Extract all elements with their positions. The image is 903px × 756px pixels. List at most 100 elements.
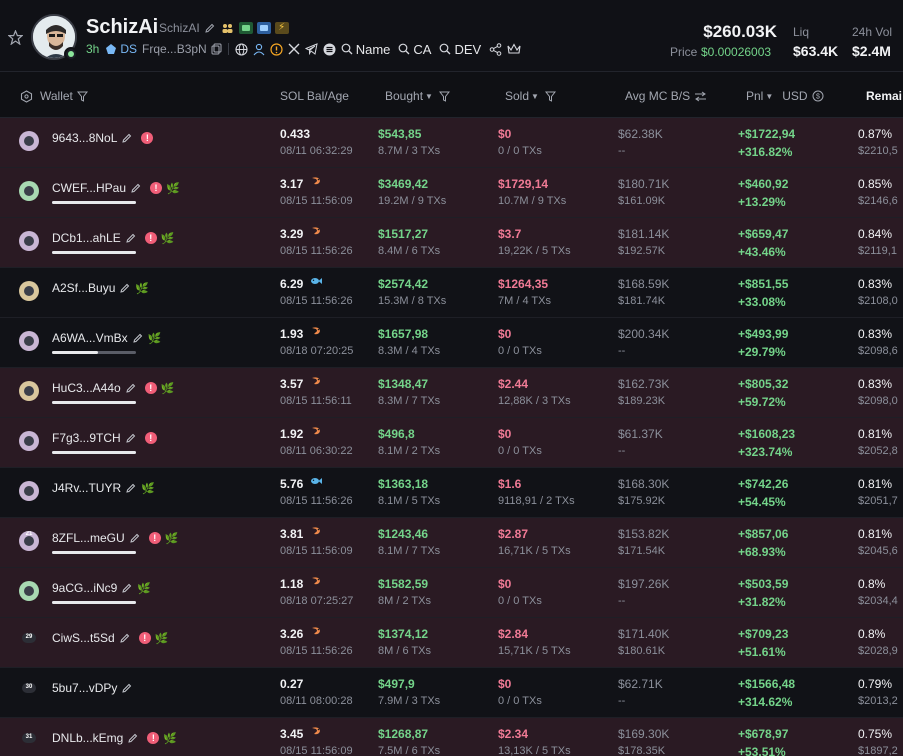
edit-icon[interactable]: [125, 482, 137, 494]
wallet-avatar[interactable]: 21: [19, 531, 39, 551]
lightning-icon[interactable]: ⚡: [274, 22, 289, 34]
filter-icon[interactable]: [544, 91, 556, 102]
alert-badge-icon[interactable]: !: [148, 532, 161, 544]
wallet-avatar[interactable]: [19, 481, 39, 501]
edit-icon[interactable]: [129, 532, 141, 544]
wallet-avatar[interactable]: [19, 431, 39, 451]
table-row[interactable]: F7g3...9TCH! 1.92 08/11 06:30:22 $496,8 8.1M…: [0, 418, 903, 468]
wallet-name[interactable]: 9643...8NoL!: [52, 131, 154, 145]
edit-icon[interactable]: [132, 332, 144, 344]
dollar-circle-icon[interactable]: $: [812, 90, 824, 102]
wallet-avatar[interactable]: [19, 381, 39, 401]
filter-icon[interactable]: [76, 91, 88, 102]
wallet-address[interactable]: 8ZFL...meGU: [52, 531, 125, 545]
wallet-address[interactable]: DNLb...kEmg: [52, 731, 123, 745]
wallet-address[interactable]: HuC3...A44o: [52, 381, 121, 395]
wallet-name[interactable]: HuC3...A44o! 🌿: [52, 381, 174, 395]
search-name-button[interactable]: Name: [341, 42, 390, 57]
column-remaining[interactable]: Remai: [866, 89, 902, 103]
globe-icon[interactable]: [235, 42, 248, 56]
column-wallet[interactable]: Wallet: [20, 89, 88, 103]
wallet-address[interactable]: 5bu7...vDPy: [52, 681, 117, 695]
table-row[interactable]: J4Rv...TUYR 🌿 5.76 08/15 11:56:26 $1363,18 8.…: [0, 468, 903, 518]
menu-circle-icon[interactable]: [323, 43, 336, 56]
user-icon[interactable]: [253, 43, 265, 56]
wallet-avatar[interactable]: [19, 281, 39, 301]
search-ca-button[interactable]: CA: [398, 42, 431, 57]
crown-icon[interactable]: [507, 43, 521, 55]
wallet-address[interactable]: CiwS...t5Sd: [52, 631, 115, 645]
swap-icon[interactable]: [694, 91, 707, 102]
edit-icon[interactable]: [204, 22, 216, 34]
table-row[interactable]: CWEF...HPau! 🌿 3.17 08/15 11:56:09 $3469,42 1…: [0, 168, 903, 218]
wallet-avatar[interactable]: [19, 131, 39, 151]
table-row[interactable]: A2Sf...Buyu 🌿 6.29 08/15 11:56:26 $2574,42 15…: [0, 268, 903, 318]
wallet-name[interactable]: DNLb...kEmg! 🌿: [52, 731, 177, 745]
wallet-address[interactable]: J4Rv...TUYR: [52, 481, 121, 495]
wallet-address[interactable]: 9aCG...iNc9: [52, 581, 117, 595]
table-row[interactable]: HuC3...A44o! 🌿 3.57 08/15 11:56:11 $1348,47 8…: [0, 368, 903, 418]
star-icon[interactable]: [8, 30, 23, 45]
x-twitter-icon[interactable]: [288, 43, 300, 55]
wallet-name[interactable]: A2Sf...Buyu 🌿: [52, 281, 149, 295]
edit-icon[interactable]: [130, 182, 142, 194]
column-usd-label[interactable]: USD: [782, 89, 807, 103]
wallet-name[interactable]: 8ZFL...meGU! 🌿: [52, 531, 178, 545]
wallet-address[interactable]: CWEF...HPau: [52, 181, 126, 195]
wallet-name[interactable]: CWEF...HPau! 🌿: [52, 181, 180, 195]
wallet-name[interactable]: A6WA...VmBx 🌿: [52, 331, 161, 345]
table-row[interactable]: 21 8ZFL...meGU! 🌿 3.81 08/15 11:56:09 $1243,4…: [0, 518, 903, 568]
wallet-avatar[interactable]: [19, 581, 39, 601]
wallet-name[interactable]: F7g3...9TCH!: [52, 431, 157, 445]
table-row[interactable]: 9643...8NoL! 0.433 08/11 06:32:29 $543,85 8.…: [0, 118, 903, 168]
table-row[interactable]: 31 DNLb...kEmg! 🌿 3.45 08/15 11:56:09 $1268,8…: [0, 718, 903, 756]
alert-badge-icon[interactable]: !: [150, 182, 163, 194]
telegram-icon[interactable]: [304, 43, 318, 55]
token-address[interactable]: Frqe...B3pN: [142, 42, 207, 56]
wallet-name[interactable]: 5bu7...vDPy: [52, 681, 133, 695]
dexscreener-icon[interactable]: [105, 43, 117, 55]
edit-icon[interactable]: [125, 432, 137, 444]
wallet-address[interactable]: DCb1...ahLE: [52, 231, 121, 245]
edit-icon[interactable]: [121, 582, 133, 594]
warning-icon[interactable]: [270, 42, 283, 56]
table-row[interactable]: 9aCG...iNc9 🌿 1.18 08/18 07:25:27 $1582,59 8M…: [0, 568, 903, 618]
edit-icon[interactable]: [125, 382, 137, 394]
wallet-address[interactable]: A6WA...VmBx: [52, 331, 128, 345]
wallet-avatar[interactable]: [19, 181, 39, 201]
column-avg-mc[interactable]: Avg MC B/S: [625, 89, 707, 103]
table-row[interactable]: 29 CiwS...t5Sd! 🌿 3.26 08/15 11:56:26 $1374,1…: [0, 618, 903, 668]
column-sol[interactable]: SOL Bal/Age: [280, 89, 349, 103]
edit-icon[interactable]: [119, 632, 131, 644]
copy-icon[interactable]: [211, 43, 222, 55]
alert-badge-icon[interactable]: !: [144, 232, 157, 244]
wallet-address[interactable]: A2Sf...Buyu: [52, 281, 115, 295]
wallet-name[interactable]: 9aCG...iNc9 🌿: [52, 581, 151, 595]
wallet-name[interactable]: CiwS...t5Sd! 🌿: [52, 631, 168, 645]
wallet-name[interactable]: J4Rv...TUYR 🌿: [52, 481, 155, 495]
wallet-name[interactable]: DCb1...ahLE! 🌿: [52, 231, 174, 245]
alert-badge-icon[interactable]: !: [144, 432, 157, 444]
wallet-avatar[interactable]: [19, 231, 39, 251]
alert-badge-icon[interactable]: !: [141, 132, 154, 144]
filter-icon[interactable]: [438, 91, 450, 102]
edit-icon[interactable]: [125, 232, 137, 244]
tag-icon-green[interactable]: [238, 22, 253, 34]
alert-badge-icon[interactable]: !: [144, 382, 157, 394]
wallet-address[interactable]: F7g3...9TCH: [52, 431, 121, 445]
wallet-avatar[interactable]: [19, 331, 39, 351]
edit-icon[interactable]: [121, 132, 133, 144]
column-pnl[interactable]: Pnl ▼ USD $: [746, 89, 824, 103]
table-row[interactable]: DCb1...ahLE! 🌿 3.29 08/15 11:56:26 $1517,27 8…: [0, 218, 903, 268]
column-bought[interactable]: Bought ▼: [385, 89, 450, 103]
people-icon[interactable]: [221, 22, 234, 34]
alert-badge-icon[interactable]: !: [138, 632, 151, 644]
tag-icon-blue[interactable]: [256, 22, 271, 34]
edit-icon[interactable]: [127, 732, 139, 744]
share-icon[interactable]: [489, 42, 502, 56]
ds-label[interactable]: DS: [120, 42, 137, 56]
alert-badge-icon[interactable]: !: [147, 732, 160, 744]
edit-icon[interactable]: [119, 282, 131, 294]
search-dev-button[interactable]: DEV: [439, 42, 481, 57]
wallet-address[interactable]: 9643...8NoL: [52, 131, 117, 145]
